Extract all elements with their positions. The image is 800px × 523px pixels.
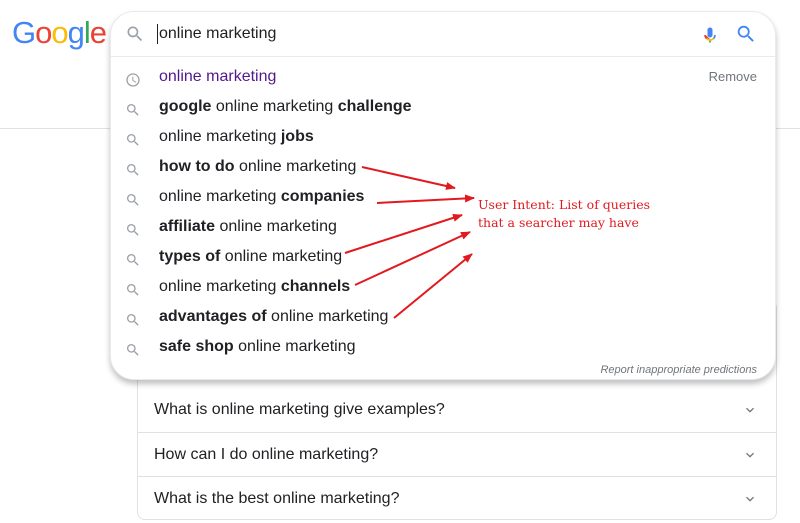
- suggestion-text: online marketing jobs: [159, 128, 314, 145]
- logo-letter: e: [89, 15, 107, 50]
- search-icon: [125, 129, 141, 146]
- suggestion-item[interactable]: online marketing channels: [111, 272, 775, 302]
- suggestion-item[interactable]: advantages of online marketing: [111, 302, 775, 332]
- suggestion-text: affiliate online marketing: [159, 218, 337, 235]
- suggestion-item[interactable]: safe shop online marketing: [111, 332, 775, 362]
- suggestion-list: online marketing Remove google online mark…: [111, 62, 775, 362]
- search-icon: [127, 26, 143, 42]
- search-submit-icon[interactable]: [735, 23, 757, 45]
- suggestion-text: advantages of online marketing: [159, 308, 389, 325]
- logo-letter: G: [12, 15, 36, 50]
- paa-item[interactable]: What is the best online marketing?: [138, 476, 776, 520]
- search-icon: [125, 189, 141, 206]
- logo-letter: g: [67, 15, 85, 50]
- search-input[interactable]: [159, 23, 679, 45]
- search-icon: [125, 159, 141, 176]
- search-autocomplete-card: online marketing Remove google online mark…: [110, 11, 776, 380]
- logo-letter: o: [35, 15, 52, 50]
- suggestion-text: online marketing: [159, 68, 277, 85]
- remove-history-link[interactable]: Remove: [709, 62, 757, 92]
- logo-letter: o: [51, 15, 68, 50]
- paa-question: What is the best online marketing?: [154, 490, 400, 507]
- history-suggestion[interactable]: online marketing Remove: [111, 62, 775, 92]
- suggestion-text: online marketing companies: [159, 188, 365, 205]
- paa-question: What is online marketing give examples?: [154, 401, 445, 418]
- search-bar: [111, 12, 775, 57]
- search-icon: [125, 309, 141, 326]
- chevron-down-icon[interactable]: [742, 402, 758, 418]
- suggestion-item[interactable]: affiliate online marketing: [111, 212, 775, 242]
- annotation-line: User Intent: List of queries: [478, 197, 651, 212]
- search-icon: [125, 219, 141, 236]
- user-intent-annotation: User Intent: List of queries that a sear…: [478, 196, 668, 232]
- annotation-line: that a searcher may have: [478, 215, 639, 230]
- chevron-down-icon[interactable]: [742, 491, 758, 507]
- suggestion-text: google online marketing challenge: [159, 98, 412, 115]
- paa-item[interactable]: What is online marketing give examples?: [138, 388, 776, 432]
- text-caret: [157, 24, 158, 44]
- microphone-icon[interactable]: [700, 24, 720, 46]
- suggestion-item[interactable]: online marketing jobs: [111, 122, 775, 152]
- suggestion-item[interactable]: types of online marketing: [111, 242, 775, 272]
- suggestion-text: how to do online marketing: [159, 158, 357, 175]
- paa-item[interactable]: How can I do online marketing?: [138, 432, 776, 476]
- search-icon: [125, 339, 141, 356]
- google-logo[interactable]: Google: [12, 13, 107, 53]
- suggestion-item[interactable]: online marketing companies: [111, 182, 775, 212]
- suggestion-text: safe shop online marketing: [159, 338, 356, 355]
- search-icon: [125, 99, 141, 116]
- suggestion-text: online marketing channels: [159, 278, 351, 295]
- clock-icon: [125, 69, 141, 87]
- chevron-down-icon[interactable]: [742, 447, 758, 463]
- search-icon: [125, 249, 141, 266]
- suggestion-item[interactable]: how to do online marketing: [111, 152, 775, 182]
- paa-question: How can I do online marketing?: [154, 446, 379, 463]
- suggestion-text: types of online marketing: [159, 248, 343, 265]
- search-icon: [125, 279, 141, 296]
- report-predictions-link[interactable]: Report inappropriate predictions: [600, 364, 757, 376]
- suggestion-item[interactable]: google online marketing challenge: [111, 92, 775, 122]
